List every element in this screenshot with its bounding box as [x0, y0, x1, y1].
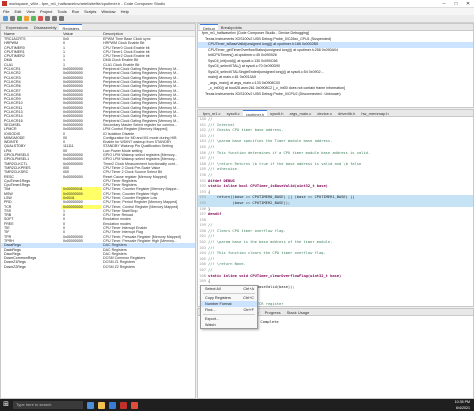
context-menu-label: Watch [205, 323, 216, 327]
context-menu-item[interactable]: Watch [201, 322, 257, 328]
registers-panel-tab[interactable]: Registers [59, 24, 83, 30]
debug-tree: fpm_m1_halfwaveInv [Code Composer Studio… [198, 31, 473, 97]
editor-tab[interactable]: driverlib.h [335, 110, 358, 116]
windows-start-icon[interactable]: ⊞ [2, 401, 10, 409]
register-name: DcsmZ2Regs [4, 264, 26, 269]
maximize-icon[interactable]: □ [450, 0, 462, 8]
taskbar: ⊞ Type here to search 10:35 PM 6/4/2021 [0, 399, 474, 411]
resume-icon[interactable] [31, 16, 36, 21]
debug-panel-tab[interactable]: Debug [200, 24, 218, 30]
build-icon[interactable] [24, 16, 29, 21]
menu-run[interactable]: Run [72, 9, 79, 14]
minimize-icon[interactable]: – [438, 0, 450, 8]
step-return-icon[interactable] [59, 16, 64, 21]
save-icon[interactable] [10, 16, 15, 21]
step-into-icon[interactable] [45, 16, 50, 21]
context-menu-label: Find... [205, 308, 216, 312]
menu-project[interactable]: Project [40, 9, 52, 14]
context-menu-item[interactable]: Select All Ctrl+A [201, 286, 257, 292]
context-menu-shortcut: Ctrl+C [243, 296, 254, 300]
step-over-icon[interactable] [52, 16, 57, 21]
context-menu-item[interactable]: Find... Ctrl+F [201, 307, 257, 313]
menu-view[interactable]: View [26, 9, 35, 14]
taskbar-clock[interactable]: 10:35 PM 6/4/2021 [455, 399, 470, 411]
file-explorer-icon[interactable] [98, 401, 105, 409]
menu-help[interactable]: Help [121, 9, 129, 14]
console-panel-tab[interactable]: Progress [262, 309, 284, 316]
registers-list: TRC1ACRTS 0x0 EPWM Time Base Clock sync HRP… [1, 37, 195, 269]
editor-tab[interactable]: hw_memmap.h [358, 110, 391, 116]
window-title: workspace_v8hr - fpm_m1_halfwaveInv/arie… [9, 1, 166, 6]
toolbar [0, 15, 474, 23]
editor-tab[interactable]: sysctl.c [224, 110, 243, 116]
registers-tabstrip: Expressions Disassembly Registers [1, 24, 195, 31]
editor-tab[interactable]: sysctl.h [267, 110, 286, 116]
col-value[interactable]: Value [61, 31, 101, 36]
register-value[interactable] [61, 265, 101, 269]
code-editor[interactable]: 180//181//! Internal 182//! Checks CPU ti… [198, 117, 473, 306]
taskbar-search[interactable]: Type here to search [13, 401, 83, 409]
registers-panel: Expressions Disassembly Registers Name Val… [0, 23, 196, 399]
editor-tab[interactable]: cputimer.h [242, 110, 268, 116]
console-panel-tab[interactable]: Stack Usage [284, 309, 313, 316]
register-row[interactable]: DcsmZ2Regs DCSM Z2 Registers [1, 265, 195, 269]
menu-bar: File Edit View Project Tools Run Scripts Window… [0, 8, 474, 15]
menu-separator [203, 314, 255, 315]
new-icon[interactable] [3, 16, 8, 21]
debug-icon[interactable] [17, 16, 22, 21]
context-menu-label: Select All [205, 287, 221, 291]
terminate-icon[interactable] [38, 16, 43, 21]
context-menu: Select All Ctrl+A Copy Registers Ctrl+C Numb… [200, 285, 258, 329]
debug-tabstrip: Debug Breakpoints [198, 24, 473, 31]
menu-tools[interactable]: Tools [57, 9, 66, 14]
menu-window[interactable]: Window [101, 9, 115, 14]
register-description: DCSM Z2 Registers [103, 264, 135, 269]
debug-panel-tab[interactable]: Breakpoints [218, 24, 245, 30]
edge-icon[interactable] [109, 401, 116, 409]
registers-panel-tab[interactable]: Disassembly [31, 24, 60, 30]
editor-tab[interactable]: device.c [314, 110, 335, 116]
editor-tab[interactable]: args_main.c [286, 110, 314, 116]
close-icon[interactable]: ✕ [462, 0, 474, 8]
registers-panel-tab[interactable]: Expressions [3, 24, 31, 30]
title-bar: workspace_v8hr - fpm_m1_halfwaveInv/arie… [0, 0, 474, 8]
clock-date: 6/4/2021 [456, 406, 470, 410]
debug-panel: Debug Breakpoints fpm_m1_halfwaveInv [Cod… [197, 23, 474, 108]
editor-tabstrip: fpm_m1.c sysctl.c cputimer.h sysctl.h args_m… [198, 110, 473, 117]
menu-scripts[interactable]: Scripts [84, 9, 96, 14]
debug-frame[interactable]: Texas Instruments XDS100v2 USB Debug Pro… [198, 92, 473, 98]
ccs-app-icon [2, 1, 7, 6]
ccs-taskbar-icon[interactable] [120, 401, 127, 409]
menu-edit[interactable]: Edit [14, 9, 21, 14]
context-menu-shortcut: Ctrl+A [243, 287, 254, 291]
editor-panel: fpm_m1.c sysctl.c cputimer.h sysctl.h args_m… [197, 109, 474, 307]
col-description[interactable]: Description [101, 31, 195, 36]
col-name[interactable]: Name [1, 31, 61, 36]
task-view-icon[interactable] [87, 401, 94, 409]
editor-tab[interactable]: fpm_m1.c [200, 110, 224, 116]
menu-file[interactable]: File [3, 9, 9, 14]
menu-separator [203, 293, 255, 294]
context-menu-shortcut: Ctrl+F [243, 308, 254, 312]
chrome-icon[interactable] [131, 401, 138, 409]
